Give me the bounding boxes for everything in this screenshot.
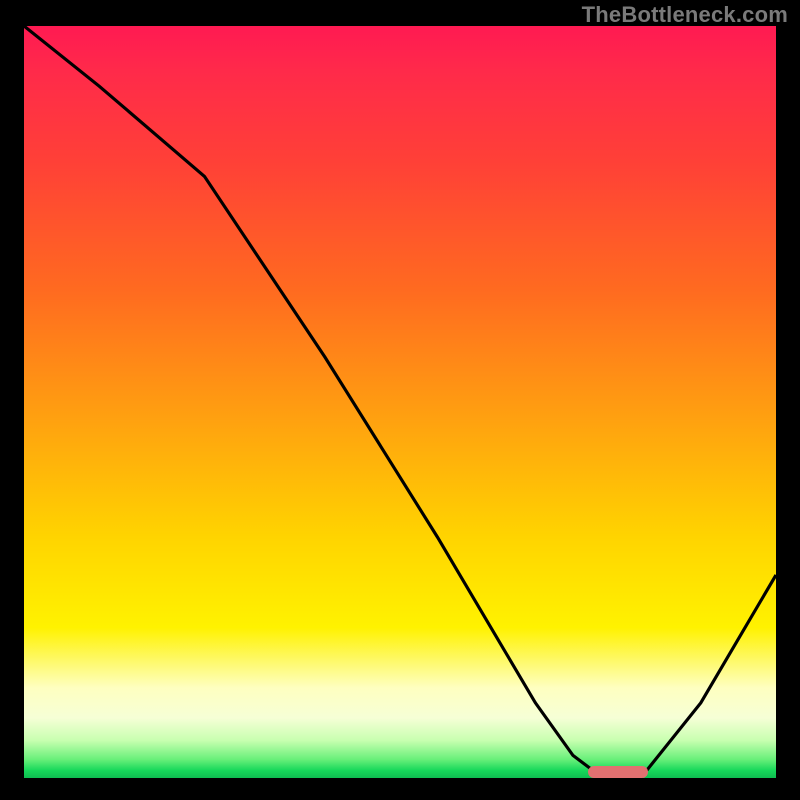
optimal-range-marker bbox=[588, 766, 648, 778]
plot-area bbox=[24, 26, 776, 778]
curve-path bbox=[24, 26, 776, 778]
chart-frame: TheBottleneck.com bbox=[0, 0, 800, 800]
bottleneck-curve bbox=[24, 26, 776, 778]
watermark-text: TheBottleneck.com bbox=[582, 2, 788, 28]
